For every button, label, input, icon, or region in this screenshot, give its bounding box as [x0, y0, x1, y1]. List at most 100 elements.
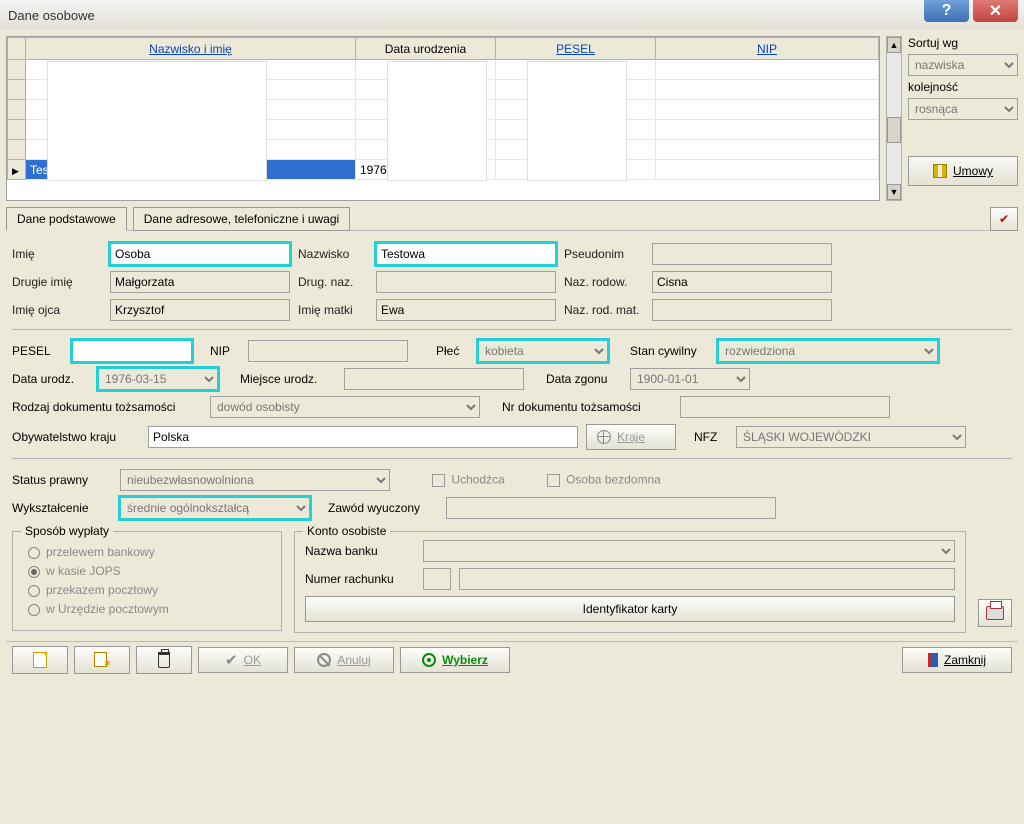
lbl-nazrodmat: Naz. rod. mat.	[564, 303, 644, 317]
uchodzca-checkbox[interactable]	[432, 474, 445, 487]
tab-address[interactable]: Dane adresowe, telefoniczne i uwagi	[133, 207, 350, 231]
imieojca-field[interactable]	[110, 299, 290, 321]
col-dob[interactable]: Data urodzenia	[356, 38, 496, 60]
bank-select[interactable]	[423, 540, 955, 562]
imie-field[interactable]	[110, 243, 290, 265]
rodzdok-select[interactable]: dowód osobisty	[210, 396, 480, 418]
pseudonim-field[interactable]	[652, 243, 832, 265]
datazgonu-picker[interactable]: 1900-01-01	[630, 368, 750, 390]
kraje-label: Kraje	[617, 430, 645, 444]
trash-icon	[158, 652, 170, 668]
payment-group: Sposób wypłaty przelewem bankowy w kasie…	[12, 531, 282, 631]
close-icon: ✕	[989, 1, 1002, 21]
pay-przekaz-label: przekazem pocztowy	[46, 583, 158, 597]
wykszt-select[interactable]: średnie ogólnokształcą	[120, 497, 310, 519]
pay-kasa-radio[interactable]	[28, 566, 40, 578]
sort-order-label: kolejność	[908, 80, 1018, 94]
lbl-pseudonim: Pseudonim	[564, 247, 644, 261]
grid-overlay	[47, 61, 267, 181]
nfz-select[interactable]: ŚLĄSKI WOJEWÓDZKI	[736, 426, 966, 448]
close-button[interactable]: ✕	[973, 0, 1018, 22]
account-group: Konto osobiste Nazwa banku Numer rachunk…	[294, 531, 966, 633]
payment-legend: Sposób wypłaty	[21, 524, 113, 538]
lbl-nip: NIP	[210, 344, 240, 358]
window-title: Dane osobowe	[8, 8, 95, 23]
persons-grid[interactable]: Nazwisko i imię Data urodzenia PESEL NIP…	[6, 36, 880, 201]
status-select[interactable]: nieubezwłasnowolniona	[120, 469, 390, 491]
copy-button[interactable]	[74, 646, 130, 674]
pay-przekaz-radio[interactable]	[28, 585, 40, 597]
lbl-nazrodow: Naz. rodow.	[564, 275, 644, 289]
validate-button[interactable]: ✔	[990, 207, 1018, 231]
drugie-imie-field[interactable]	[110, 271, 290, 293]
scroll-down-icon[interactable]: ▼	[887, 184, 901, 200]
new-button[interactable]	[12, 646, 68, 674]
lbl-imie: Imię	[12, 247, 102, 261]
anuluj-button[interactable]: Anuluj	[294, 647, 394, 673]
lbl-nrdok: Nr dokumentu tożsamości	[502, 400, 672, 414]
obyw-field[interactable]	[148, 426, 578, 448]
ok-label: OK	[244, 653, 261, 667]
nazrodmat-field[interactable]	[652, 299, 832, 321]
imiematki-field[interactable]	[376, 299, 556, 321]
lbl-rodzdok: Rodzaj dokumentu tożsamości	[12, 400, 202, 414]
zamknij-button[interactable]: Zamknij	[902, 647, 1012, 673]
grid-overlay	[527, 61, 627, 181]
lbl-drugnaz: Drug. naz.	[298, 275, 368, 289]
lbl-obyw: Obywatelstwo kraju	[12, 430, 140, 444]
nr-seg2[interactable]	[459, 568, 955, 590]
check-icon: ✔	[225, 651, 238, 669]
door-icon	[928, 653, 938, 667]
grid-scrollbar[interactable]: ▲ ▼	[886, 36, 902, 201]
zawod-field[interactable]	[446, 497, 776, 519]
drugnaz-field[interactable]	[376, 271, 556, 293]
lbl-wykszt: Wykształcenie	[12, 501, 112, 515]
kraje-button[interactable]: Kraje	[586, 424, 676, 450]
lbl-bezdomna: Osoba bezdomna	[566, 472, 661, 486]
lbl-imiematki: Imię matki	[298, 303, 368, 317]
lbl-imieojca: Imię ojca	[12, 303, 102, 317]
plec-select[interactable]: kobieta	[478, 340, 608, 362]
tab-basic[interactable]: Dane podstawowe	[6, 207, 127, 231]
pay-bank-radio[interactable]	[28, 547, 40, 559]
col-pesel[interactable]: PESEL	[496, 38, 656, 60]
umowy-button[interactable]: Umowy	[908, 156, 1018, 186]
wybierz-button[interactable]: Wybierz	[400, 647, 510, 673]
scroll-thumb[interactable]	[887, 117, 901, 143]
pesel-field[interactable]	[72, 340, 192, 362]
col-name[interactable]: Nazwisko i imię	[26, 38, 356, 60]
help-button[interactable]: ?	[924, 0, 969, 22]
cell-nip	[656, 160, 879, 180]
lbl-zawod: Zawód wyuczony	[328, 501, 438, 515]
print-button[interactable]	[978, 599, 1012, 627]
stan-select[interactable]: rozwiedziona	[718, 340, 938, 362]
bezdomna-checkbox[interactable]	[547, 474, 560, 487]
copy-doc-icon	[94, 652, 110, 668]
miejsce-field[interactable]	[344, 368, 524, 390]
scroll-up-icon[interactable]: ▲	[887, 37, 901, 53]
target-icon	[422, 653, 436, 667]
lbl-datazgonu: Data zgonu	[546, 372, 622, 386]
row-indicator-icon	[8, 160, 26, 180]
nazwisko-field[interactable]	[376, 243, 556, 265]
dataurodz-picker[interactable]: 1976-03-15	[98, 368, 218, 390]
ok-button[interactable]: ✔ OK	[198, 647, 288, 673]
lbl-miejsce: Miejsce urodz.	[240, 372, 336, 386]
lbl-bank: Nazwa banku	[305, 544, 415, 558]
sort-by-select[interactable]: nazwiska	[908, 54, 1018, 76]
pay-kasa-label: w kasie JOPS	[46, 564, 121, 578]
umowy-label: Umowy	[953, 164, 993, 178]
idkarty-button[interactable]: Identyfikator karty	[305, 596, 955, 622]
lbl-uchodzca: Uchodźca	[451, 472, 504, 486]
help-icon: ?	[942, 2, 952, 20]
nip-field[interactable]	[248, 340, 408, 362]
nr-seg1[interactable]	[423, 568, 451, 590]
nazrodow-field[interactable]	[652, 271, 832, 293]
nrdok-field[interactable]	[680, 396, 890, 418]
titlebar: Dane osobowe ? ✕	[0, 0, 1024, 30]
col-nip[interactable]: NIP	[656, 38, 879, 60]
delete-button[interactable]	[136, 646, 192, 674]
pay-urzad-radio[interactable]	[28, 604, 40, 616]
lbl-nazwisko: Nazwisko	[298, 247, 368, 261]
sort-order-select[interactable]: rosnąca	[908, 98, 1018, 120]
